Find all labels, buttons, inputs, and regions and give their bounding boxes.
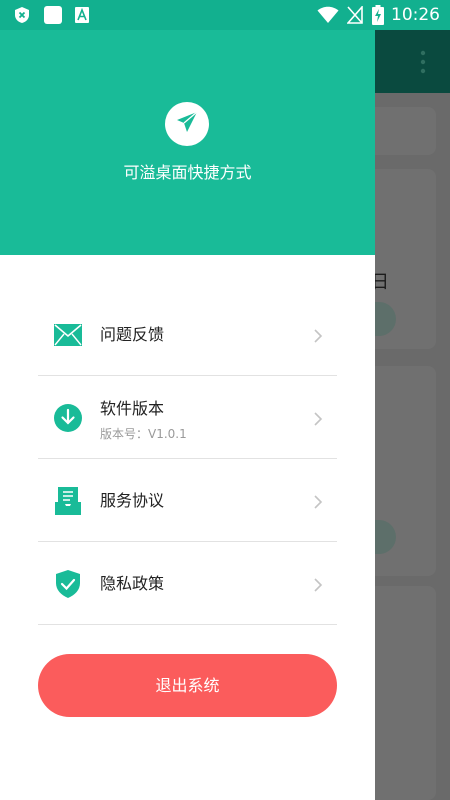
menu-item-label: 隐私政策 <box>100 574 165 593</box>
shield-x-icon <box>14 6 30 24</box>
app-logo <box>165 102 209 146</box>
download-circle-icon <box>54 404 82 432</box>
menu-item-feedback[interactable]: 问题反馈 <box>38 293 337 376</box>
status-bar: 10:26 <box>0 0 450 30</box>
chevron-right-icon <box>313 328 323 343</box>
drawer-menu: 问题反馈 软件版本 版本号：V1.0.1 服务协议 隐私政策 <box>38 293 337 625</box>
chevron-right-icon <box>313 494 323 509</box>
drawer-header: 可溢桌面快捷方式 <box>0 0 375 255</box>
menu-item-label: 软件版本 <box>100 399 165 418</box>
version-number: 版本号：V1.0.1 <box>100 427 187 441</box>
envelope-icon <box>54 321 82 349</box>
menu-item-label: 服务协议 <box>100 491 165 510</box>
chevron-right-icon <box>313 411 323 426</box>
wifi-icon <box>317 6 339 24</box>
document-tray-icon <box>54 487 82 515</box>
more-vert-icon[interactable] <box>420 49 426 75</box>
square-notification-icon <box>43 6 63 24</box>
app-name: 可溢桌面快捷方式 <box>123 163 252 182</box>
navigation-drawer: 可溢桌面快捷方式 问题反馈 软件版本 版本号：V1.0.1 服务协议 隐私政策 … <box>0 0 375 800</box>
menu-item-privacy[interactable]: 隐私政策 <box>38 542 337 625</box>
paper-plane-icon <box>176 111 198 137</box>
battery-charging-icon <box>372 5 384 25</box>
chevron-right-icon <box>313 577 323 592</box>
menu-item-version[interactable]: 软件版本 版本号：V1.0.1 <box>38 376 337 459</box>
status-time: 10:26 <box>391 5 440 25</box>
shield-check-icon <box>54 570 82 598</box>
no-sim-icon <box>347 6 363 24</box>
logout-button[interactable]: 退出系统 <box>38 654 337 717</box>
a-font-icon <box>75 6 89 24</box>
menu-item-terms[interactable]: 服务协议 <box>38 459 337 542</box>
menu-item-label: 问题反馈 <box>100 325 165 344</box>
